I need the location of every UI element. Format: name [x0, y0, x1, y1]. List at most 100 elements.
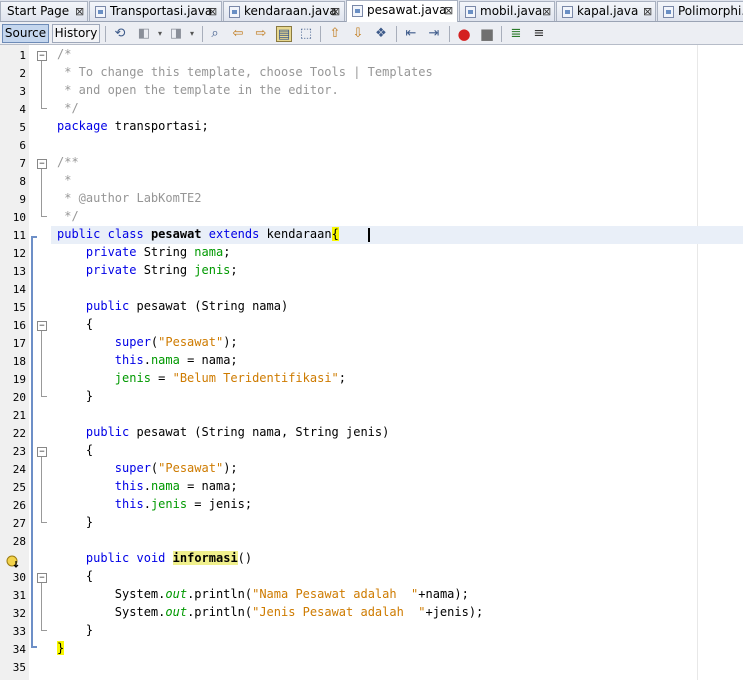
line-number: 12: [12, 247, 26, 260]
code-line: System.out.println("Jenis Pesawat adalah…: [57, 605, 484, 619]
forward-icon[interactable]: ◨: [168, 26, 184, 42]
code-line: this.jenis = jenis;: [114, 497, 253, 511]
line-number: 22: [12, 427, 26, 440]
line-number: 34: [12, 643, 26, 656]
toolbar-separator: [105, 26, 106, 42]
comment-icon[interactable]: ≣: [508, 26, 524, 42]
tab-close-icon[interactable]: ⊠: [542, 2, 551, 21]
line-number: 10: [12, 211, 26, 224]
line-number: 8: [19, 175, 26, 188]
tab-pesawat-java[interactable]: pesawat.java ⊠: [346, 0, 458, 22]
code-line: */: [57, 209, 79, 223]
line-number: 21: [12, 409, 26, 422]
line-number: 24: [12, 463, 26, 476]
fold-guide-line: [41, 331, 42, 396]
code-line: public pesawat (String nama, String jeni…: [85, 425, 390, 439]
stop-macro-icon[interactable]: ■: [479, 26, 495, 42]
tab-label: mobil.java: [480, 4, 543, 18]
line-number: 6: [19, 139, 26, 152]
code-line: package transportasi;: [57, 119, 209, 133]
find-previous-icon[interactable]: ⇦: [230, 26, 246, 42]
line-number: 23: [12, 445, 26, 458]
line-number: 26: [12, 499, 26, 512]
code-line: super("Pesawat");: [114, 461, 238, 475]
fold-end-marker: [41, 216, 47, 217]
find-icon[interactable]: ⌕: [207, 26, 223, 42]
forward-dropdown-icon[interactable]: ▾: [184, 26, 200, 42]
code-line: jenis = "Belum Teridentifikasi";: [114, 371, 347, 385]
line-number: 35: [12, 661, 26, 674]
shift-left-icon[interactable]: ⇤: [403, 26, 419, 42]
fold-guide-line: [41, 169, 42, 216]
java-file-icon: [562, 6, 573, 18]
tab-close-icon[interactable]: ⊠: [444, 1, 453, 20]
history-button[interactable]: History: [52, 24, 100, 43]
line-number: 31: [12, 589, 26, 602]
find-next-icon[interactable]: ⇨: [253, 26, 269, 42]
java-file-icon: [352, 5, 363, 17]
fold-collapse-icon[interactable]: −: [37, 573, 47, 583]
code-line: * To change this template, choose Tools …: [57, 65, 433, 79]
editor-tab-bar: Start Page ⊠ Transportasi.java ⊠ kendara…: [0, 0, 743, 22]
fold-end-marker: [41, 396, 47, 397]
fold-guide-line: [41, 61, 42, 108]
line-number: 27: [12, 517, 26, 530]
code-line: * and open the template in the editor.: [57, 83, 339, 97]
code-line: }: [57, 389, 94, 403]
code-line: this.nama = nama;: [114, 353, 238, 367]
back-dropdown-icon[interactable]: ▾: [152, 26, 168, 42]
toggle-bookmark-icon[interactable]: ❖: [373, 26, 389, 42]
code-line: }: [57, 623, 94, 637]
code-line: {: [57, 443, 94, 457]
fold-collapse-icon[interactable]: −: [37, 321, 47, 331]
text-caret: [368, 228, 370, 242]
override-icon[interactable]: [6, 553, 19, 568]
code-line: super("Pesawat");: [114, 335, 238, 349]
tab-label: kendaraan.java: [244, 4, 337, 18]
code-line: *: [57, 173, 72, 187]
line-number: 16: [12, 319, 26, 332]
java-file-icon: [663, 6, 674, 18]
last-edit-icon[interactable]: ⟲: [112, 26, 128, 42]
line-number: 33: [12, 625, 26, 638]
code-line: public void informasi(): [85, 551, 253, 565]
toolbar-separator: [449, 26, 450, 42]
next-bookmark-icon[interactable]: ⇩: [350, 26, 366, 42]
tab-close-icon[interactable]: ⊠: [331, 2, 340, 21]
toolbar-separator: [501, 26, 502, 42]
start-macro-icon[interactable]: ●: [456, 26, 472, 42]
tab-kapal-java[interactable]: kapal.java ⊠: [556, 1, 656, 21]
tab-close-icon[interactable]: ⊠: [75, 2, 84, 21]
class-scope-end: [31, 646, 37, 648]
find-selection-icon[interactable]: ⬚: [298, 26, 314, 42]
line-number: 7: [19, 157, 26, 170]
tab-close-icon[interactable]: ⊠: [208, 2, 217, 21]
tab-close-icon[interactable]: ⊠: [643, 2, 652, 21]
code-line: public class pesawat extends kendaraan{: [57, 227, 339, 241]
tab-mobil-java[interactable]: mobil.java ⊠: [459, 1, 555, 21]
uncomment-icon[interactable]: ≡: [531, 26, 547, 42]
tab-start-page[interactable]: Start Page ⊠: [0, 1, 88, 21]
fold-end-marker: [41, 522, 47, 523]
toggle-highlight-icon[interactable]: ▤: [276, 26, 292, 42]
tab-kendaraan-java[interactable]: kendaraan.java ⊠: [223, 1, 345, 21]
toolbar-separator: [320, 26, 321, 42]
line-number: 11: [12, 229, 26, 242]
code-line: }: [57, 641, 65, 655]
tab-polimorphi[interactable]: Polimorphi...: [657, 1, 743, 21]
toolbar-separator: [202, 26, 203, 42]
back-icon[interactable]: ◧: [136, 26, 152, 42]
line-number: 17: [12, 337, 26, 350]
fold-collapse-icon[interactable]: −: [37, 159, 47, 169]
fold-collapse-icon[interactable]: −: [37, 51, 47, 61]
fold-collapse-icon[interactable]: −: [37, 447, 47, 457]
tab-transportasi-java[interactable]: Transportasi.java ⊠: [89, 1, 222, 21]
code-line: private String nama;: [85, 245, 231, 259]
source-button[interactable]: Source: [2, 24, 49, 43]
code-line: {: [57, 317, 94, 331]
java-file-icon: [95, 6, 106, 18]
shift-right-icon[interactable]: ⇥: [426, 26, 442, 42]
fold-end-marker: [41, 630, 47, 631]
tab-label: Start Page: [7, 4, 70, 18]
previous-bookmark-icon[interactable]: ⇧: [327, 26, 343, 42]
